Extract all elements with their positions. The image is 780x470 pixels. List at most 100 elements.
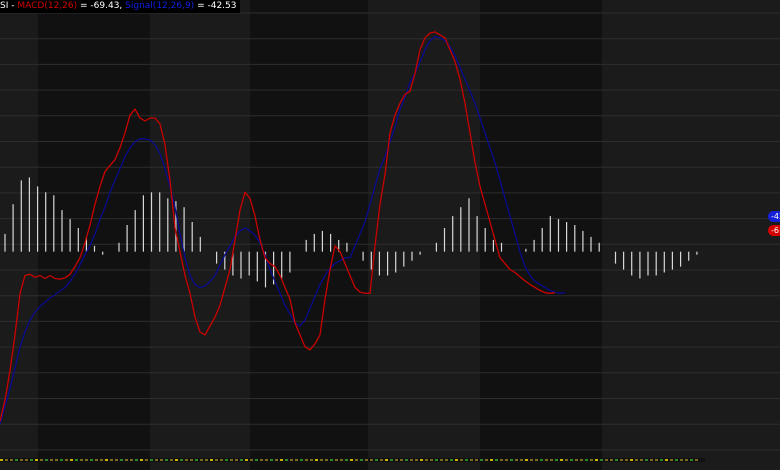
bottom-strip-mark (365, 459, 368, 461)
bottom-strip-mark (60, 459, 63, 461)
bottom-strip-mark (580, 459, 583, 461)
bottom-strip-mark (80, 459, 83, 461)
bottom-strip-mark (105, 459, 108, 461)
bottom-strip-mark (625, 459, 628, 461)
macd-chart (0, 0, 780, 470)
bottom-strip-mark (235, 459, 238, 461)
bottom-strip-mark (145, 459, 148, 461)
bottom-strip-mark (160, 459, 163, 461)
bottom-strip-mark (320, 459, 323, 461)
background-band-6 (602, 0, 780, 470)
bottom-strip-mark (685, 459, 688, 461)
bottom-strip-mark (645, 459, 648, 461)
bottom-strip-mark (295, 459, 298, 461)
bottom-strip-mark (500, 459, 503, 461)
bottom-strip-mark (215, 459, 218, 461)
bottom-strip-mark (125, 459, 128, 461)
bottom-strip-mark (590, 459, 593, 461)
bottom-strip-mark (140, 459, 143, 461)
bottom-strip-mark (220, 459, 223, 461)
bottom-strip-mark (440, 459, 443, 461)
bottom-strip-mark (65, 459, 68, 461)
bottom-strip-mark (15, 459, 18, 461)
bottom-strip-mark (375, 459, 378, 461)
bottom-strip-mark (330, 459, 333, 461)
legend-prefix: SI - (0, 1, 15, 11)
bottom-strip-mark (670, 459, 673, 461)
bottom-strip-mark (430, 459, 433, 461)
bottom-strip-mark (305, 459, 308, 461)
bottom-strip-mark (35, 459, 38, 461)
bottom-strip-mark (525, 459, 528, 461)
bottom-strip-mark (200, 459, 203, 461)
bottom-strip-mark (335, 459, 338, 461)
bottom-strip-mark (260, 459, 263, 461)
bottom-strip-mark (150, 459, 153, 461)
bottom-strip-mark (595, 459, 598, 461)
bottom-strip-mark (385, 459, 388, 461)
bottom-strip-mark (245, 459, 248, 461)
bottom-strip-mark (545, 459, 548, 461)
bottom-strip-mark (400, 459, 403, 461)
background-band-2 (150, 0, 250, 470)
bottom-strip-mark (190, 459, 193, 461)
bottom-strip-mark (575, 459, 578, 461)
bottom-strip-mark (75, 459, 78, 461)
bottom-strip-mark (655, 459, 658, 461)
signal-value-tag: -42 (768, 211, 780, 222)
bottom-strip-mark (20, 459, 23, 461)
macd-value-tag: -6 (768, 225, 780, 236)
bottom-strip-mark (55, 459, 58, 461)
bottom-strip-mark (180, 459, 183, 461)
bottom-strip-mark (390, 459, 393, 461)
bottom-strip-mark (490, 459, 493, 461)
bottom-strip-mark (665, 459, 668, 461)
bottom-strip-mark (265, 459, 268, 461)
bottom-strip-mark (115, 459, 118, 461)
bottom-strip-mark (135, 459, 138, 461)
bottom-strip-mark (620, 459, 623, 461)
background-band-3 (250, 0, 368, 470)
bottom-strip-mark (110, 459, 113, 461)
bottom-strip-mark (355, 459, 358, 461)
background-band-5 (480, 0, 602, 470)
bottom-strip-mark (225, 459, 228, 461)
bottom-strip-mark (465, 459, 468, 461)
bottom-strip-mark (240, 459, 243, 461)
bottom-strip-mark (165, 459, 168, 461)
bottom-strip-mark (605, 459, 608, 461)
bottom-strip-mark (660, 459, 663, 461)
bottom-strip-mark (445, 459, 448, 461)
bottom-strip-mark (40, 459, 43, 461)
bottom-strip-mark (680, 459, 683, 461)
bottom-strip-mark (5, 459, 8, 461)
bottom-strip-mark (210, 459, 213, 461)
bottom-strip-mark (275, 459, 278, 461)
bottom-strip-mark (315, 459, 318, 461)
bottom-strip-mark (640, 459, 643, 461)
bottom-strip-mark (535, 459, 538, 461)
bottom-strip-mark (415, 459, 418, 461)
bottom-strip-mark (410, 459, 413, 461)
bottom-strip-mark (510, 459, 513, 461)
bottom-strip-mark (280, 459, 283, 461)
bottom-strip-mark (270, 459, 273, 461)
bottom-strip-mark (470, 459, 473, 461)
bottom-strip-mark (175, 459, 178, 461)
bottom-strip-mark (360, 459, 363, 461)
bottom-strip-mark (310, 459, 313, 461)
bottom-strip-mark (570, 459, 573, 461)
legend-signal-name: Signal(12,26,9) (125, 1, 195, 11)
bottom-strip-mark (485, 459, 488, 461)
bottom-strip-mark (340, 459, 343, 461)
bottom-strip-mark (560, 459, 563, 461)
bottom-strip-mark (130, 459, 133, 461)
bottom-strip-mark (600, 459, 603, 461)
bottom-strip-mark (505, 459, 508, 461)
bottom-strip-mark (90, 459, 93, 461)
bottom-strip-mark (230, 459, 233, 461)
bottom-strip-mark (405, 459, 408, 461)
bottom-strip-mark (530, 459, 533, 461)
bottom-strip-mark (195, 459, 198, 461)
bottom-strip-mark (155, 459, 158, 461)
